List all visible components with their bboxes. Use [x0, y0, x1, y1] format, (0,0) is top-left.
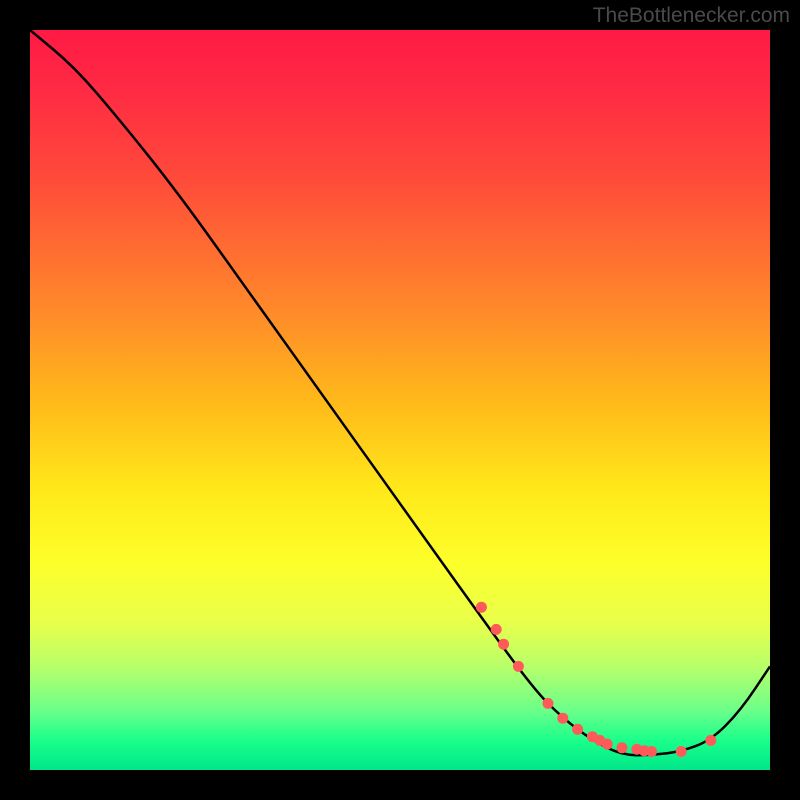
data-marker: [617, 742, 628, 753]
chart-svg: [30, 30, 770, 770]
data-marker: [543, 698, 554, 709]
data-marker: [513, 661, 524, 672]
data-marker: [705, 735, 716, 746]
data-marker: [646, 746, 657, 757]
data-markers: [476, 602, 716, 757]
data-marker: [676, 746, 687, 757]
attribution-text: TheBottlenecker.com: [593, 4, 790, 28]
data-marker: [572, 724, 583, 735]
data-marker: [498, 639, 509, 650]
data-marker: [557, 713, 568, 724]
data-marker: [491, 624, 502, 635]
data-marker: [602, 739, 613, 750]
data-marker: [476, 602, 487, 613]
curve-line: [30, 30, 770, 755]
